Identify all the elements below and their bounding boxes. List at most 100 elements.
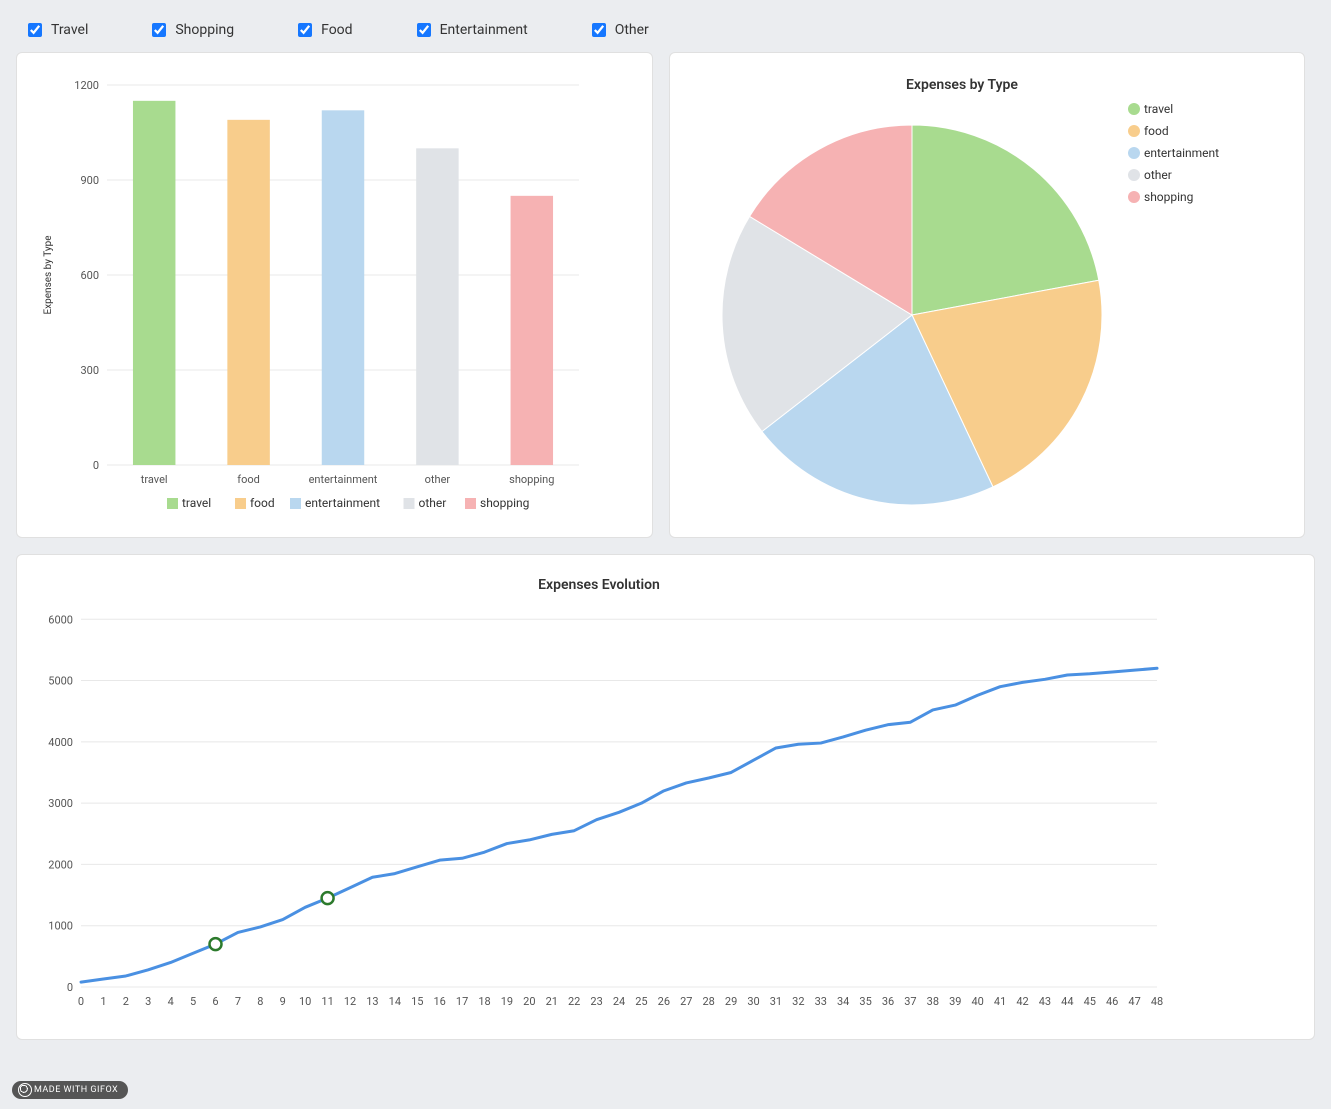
svg-text:30: 30 — [747, 995, 759, 1008]
svg-text:19: 19 — [501, 995, 513, 1008]
svg-text:47: 47 — [1128, 995, 1140, 1008]
svg-text:38: 38 — [927, 995, 939, 1008]
svg-text:46: 46 — [1106, 995, 1118, 1008]
svg-text:0: 0 — [93, 459, 99, 472]
svg-text:11: 11 — [321, 995, 333, 1008]
svg-text:travel: travel — [182, 496, 211, 510]
svg-text:900: 900 — [80, 174, 99, 187]
svg-text:3: 3 — [145, 995, 151, 1008]
pie-chart-card: Expenses by Type travel food entertainment o… — [669, 52, 1306, 538]
svg-text:29: 29 — [725, 995, 737, 1008]
svg-text:1: 1 — [100, 995, 106, 1008]
svg-text:6000: 6000 — [48, 613, 73, 626]
svg-text:other: other — [425, 473, 451, 486]
svg-text:33: 33 — [815, 995, 827, 1008]
gifox-badge: MADE WITH GIFOX — [12, 1081, 128, 1099]
checkbox-other[interactable] — [592, 23, 606, 37]
bar-chart: 0 300 600 900 1200 Expenses by Type travel food… — [29, 65, 589, 525]
svg-text:23: 23 — [590, 995, 602, 1008]
svg-text:10: 10 — [299, 995, 311, 1008]
svg-text:other: other — [1144, 168, 1172, 182]
svg-text:35: 35 — [859, 995, 871, 1008]
filter-shopping[interactable]: Shopping — [148, 20, 234, 40]
svg-text:7: 7 — [235, 995, 241, 1008]
filter-other[interactable]: Other — [588, 20, 649, 40]
filter-label: Entertainment — [440, 22, 528, 38]
svg-text:4000: 4000 — [48, 736, 73, 749]
svg-text:22: 22 — [568, 995, 580, 1008]
svg-text:1000: 1000 — [48, 920, 73, 933]
filter-label: Travel — [51, 22, 88, 38]
svg-text:17: 17 — [456, 995, 468, 1008]
svg-text:Expenses Evolution: Expenses Evolution — [538, 577, 660, 593]
svg-text:13: 13 — [366, 995, 378, 1008]
svg-text:14: 14 — [389, 995, 401, 1008]
svg-text:37: 37 — [904, 995, 916, 1008]
svg-text:300: 300 — [80, 364, 99, 377]
svg-text:24: 24 — [613, 995, 625, 1008]
svg-text:5: 5 — [190, 995, 196, 1008]
svg-text:other: other — [419, 496, 447, 510]
svg-text:40: 40 — [971, 995, 983, 1008]
svg-text:shopping: shopping — [509, 473, 554, 486]
line-chart-card: Expenses Evolution0100020003000400050006… — [16, 554, 1315, 1040]
svg-text:9: 9 — [280, 995, 286, 1008]
svg-text:4: 4 — [168, 995, 174, 1008]
svg-text:20: 20 — [523, 995, 535, 1008]
filter-bar: Travel Shopping Food Entertainment Other — [16, 16, 1315, 52]
svg-text:entertainment: entertainment — [305, 496, 380, 510]
svg-text:travel: travel — [141, 473, 168, 486]
line-chart: Expenses Evolution0100020003000400050006… — [29, 567, 1169, 1027]
svg-text:entertainment: entertainment — [309, 473, 378, 486]
filter-entertainment[interactable]: Entertainment — [413, 20, 528, 40]
svg-text:2: 2 — [123, 995, 129, 1008]
svg-text:shopping: shopping — [480, 496, 529, 510]
svg-text:34: 34 — [837, 995, 849, 1008]
badge-text: MADE WITH GIFOX — [34, 1085, 118, 1095]
checkbox-shopping[interactable] — [152, 23, 166, 37]
svg-text:12: 12 — [344, 995, 356, 1008]
svg-text:31: 31 — [770, 995, 782, 1008]
svg-text:Expenses by Type: Expenses by Type — [43, 235, 54, 314]
filter-label: Food — [321, 22, 352, 38]
svg-text:Expenses by Type: Expenses by Type — [906, 77, 1018, 93]
svg-text:5000: 5000 — [48, 675, 73, 688]
filter-label: Shopping — [175, 22, 234, 38]
svg-text:26: 26 — [658, 995, 670, 1008]
svg-text:6: 6 — [212, 995, 218, 1008]
svg-text:28: 28 — [702, 995, 714, 1008]
svg-text:18: 18 — [478, 995, 490, 1008]
svg-text:25: 25 — [635, 995, 647, 1008]
svg-text:36: 36 — [882, 995, 894, 1008]
filter-travel[interactable]: Travel — [24, 20, 88, 40]
svg-text:0: 0 — [67, 981, 73, 994]
svg-text:1200: 1200 — [74, 79, 99, 92]
svg-text:15: 15 — [411, 995, 423, 1008]
svg-text:16: 16 — [433, 995, 445, 1008]
svg-text:8: 8 — [257, 995, 263, 1008]
checkbox-entertainment[interactable] — [417, 23, 431, 37]
svg-text:travel: travel — [1144, 102, 1173, 116]
svg-text:45: 45 — [1084, 995, 1096, 1008]
svg-text:food: food — [237, 473, 260, 486]
filter-food[interactable]: Food — [294, 20, 352, 40]
svg-text:27: 27 — [680, 995, 692, 1008]
checkbox-food[interactable] — [298, 23, 312, 37]
filter-label: Other — [615, 22, 649, 38]
checkbox-travel[interactable] — [28, 23, 42, 37]
svg-text:41: 41 — [994, 995, 1006, 1008]
pie-chart: Expenses by Type travel food entertainment o… — [682, 65, 1242, 525]
svg-text:44: 44 — [1061, 995, 1073, 1008]
svg-text:43: 43 — [1039, 995, 1051, 1008]
svg-text:32: 32 — [792, 995, 804, 1008]
svg-text:food: food — [250, 496, 275, 510]
svg-text:food: food — [1144, 124, 1169, 138]
svg-text:600: 600 — [80, 269, 99, 282]
svg-text:42: 42 — [1016, 995, 1028, 1008]
svg-text:entertainment: entertainment — [1144, 146, 1219, 160]
bar-chart-card: 0 300 600 900 1200 Expenses by Type travel food… — [16, 52, 653, 538]
svg-text:shopping: shopping — [1144, 190, 1193, 204]
svg-text:0: 0 — [78, 995, 84, 1008]
svg-text:21: 21 — [546, 995, 558, 1008]
svg-text:2000: 2000 — [48, 858, 73, 871]
